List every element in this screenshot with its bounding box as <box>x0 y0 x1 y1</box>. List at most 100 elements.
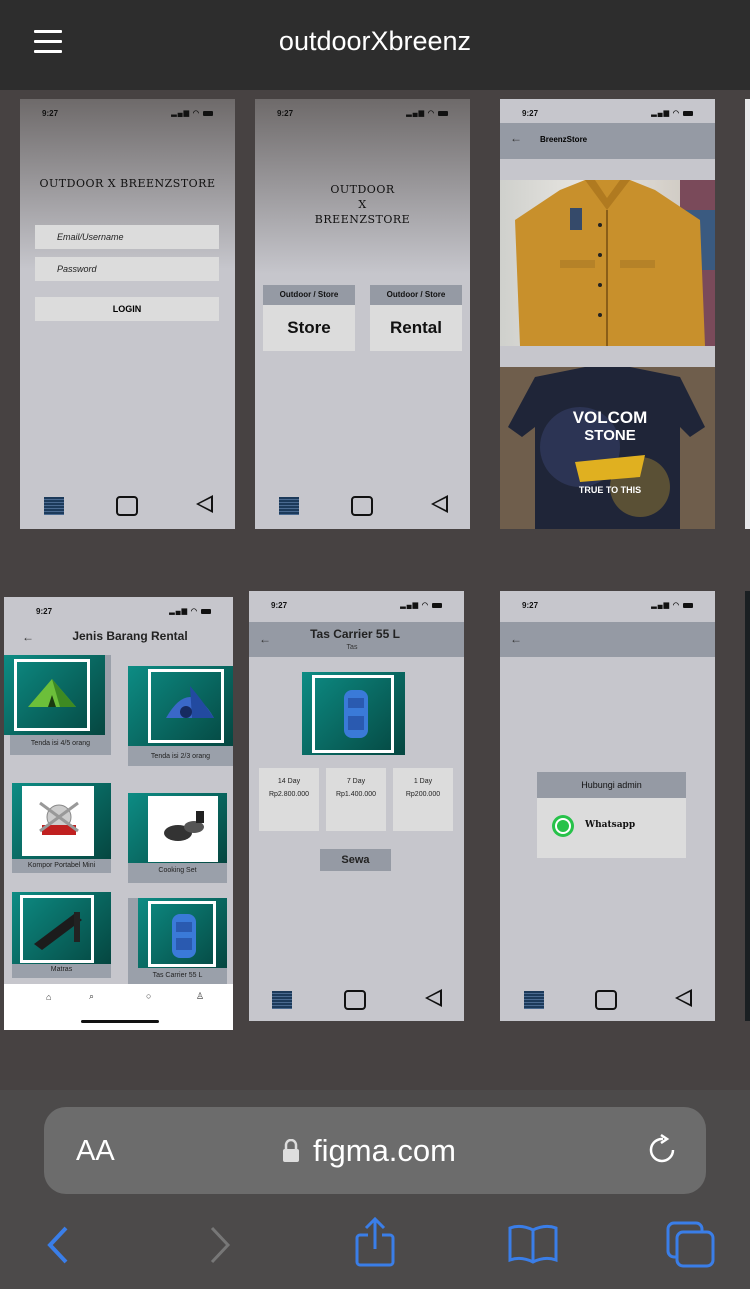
search-icon[interactable]: ⌕ <box>89 991 94 1002</box>
address-bar[interactable]: AA figma.com <box>44 1107 706 1194</box>
app-bar: ← BreenzStore <box>500 123 715 159</box>
home-nav-icon[interactable] <box>351 496 373 516</box>
rent-button[interactable]: Sewa <box>320 849 391 871</box>
home-indicator <box>81 1020 159 1023</box>
status-bar: 9:27 ▂▄▆ ◠ <box>4 597 233 621</box>
text-size-button[interactable]: AA <box>76 1135 115 1168</box>
status-bar: 9:27 ▂▄▆ ◠ <box>249 591 464 615</box>
back-nav-icon[interactable] <box>675 989 692 1007</box>
page-title: Tas Carrier 55 L <box>310 627 400 641</box>
whatsapp-icon <box>552 815 574 837</box>
logo-line: X <box>358 198 367 211</box>
android-nav-bar <box>249 985 464 1015</box>
rental-item[interactable]: Kompor Portabel Mini <box>12 783 111 873</box>
email-field[interactable]: Email/Username <box>35 225 219 249</box>
logo-line: OUTDOOR <box>330 183 395 196</box>
stove-icon <box>12 783 111 859</box>
menu-nav-icon[interactable] <box>44 497 64 515</box>
frame-partial <box>745 99 750 529</box>
page-title: BreenzStore <box>540 135 588 144</box>
frame-rental-list[interactable]: 9:27 ▂▄▆ ◠ ← Jenis Barang Rental Tenda is… <box>4 597 233 1030</box>
home-nav-icon[interactable] <box>116 496 138 516</box>
price-option[interactable]: 1 Day Rp200.000 <box>393 768 453 831</box>
page-subtitle: Tas <box>346 644 358 651</box>
android-nav-bar <box>20 491 235 521</box>
price-option[interactable]: 7 Day Rp1.400.000 <box>326 768 386 831</box>
tabs-icon[interactable] <box>665 1220 717 1270</box>
rental-card-header: Outdoor / Store <box>370 285 462 305</box>
rental-item[interactable]: Cooking Set <box>128 793 227 883</box>
rental-item[interactable]: Matras <box>12 892 111 978</box>
frame-detail[interactable]: 9:27 ▂▄▆ ◠ ← Tas Carrier 55 L Tas 14 Day … <box>249 591 464 1021</box>
figma-header: outdoorXbreenz <box>0 0 750 90</box>
frame-login[interactable]: 9:27 ▂▄▆ ◠ OUTDOOR X BREENZSTORE Email/Us… <box>20 99 235 529</box>
back-nav-icon[interactable] <box>431 495 448 513</box>
tshirt-photo[interactable]: VOLCOM STONE TRUE TO THIS <box>500 367 715 529</box>
frame-partial <box>745 591 750 1021</box>
rental-item[interactable]: Tas Carrier 55 L <box>128 898 227 984</box>
store-button[interactable]: Store <box>263 305 355 351</box>
product-image <box>302 672 405 755</box>
share-icon[interactable] <box>352 1217 398 1269</box>
item-label: Matras <box>50 966 73 973</box>
logo-line: BREENZSTORE <box>314 213 411 226</box>
backpack-icon <box>344 690 368 738</box>
menu-nav-icon[interactable] <box>279 497 299 515</box>
mattress-icon <box>12 892 111 964</box>
status-bar: 9:27 ▂▄▆ ◠ <box>500 591 715 615</box>
back-nav-icon[interactable] <box>196 495 213 513</box>
status-bar: 9:27 ▂▄▆ ◠ <box>500 99 715 123</box>
home-icon[interactable]: ⌂ <box>46 992 51 1002</box>
rental-button[interactable]: Rental <box>370 305 462 351</box>
back-nav-icon[interactable] <box>425 989 442 1007</box>
page-title: Jenis Barang Rental <box>72 629 188 643</box>
rental-item[interactable]: Tenda isi 2/3 orang <box>128 666 233 766</box>
android-nav-bar <box>255 491 470 521</box>
login-button[interactable]: LOGIN <box>35 297 219 321</box>
forward-icon[interactable] <box>206 1226 236 1266</box>
store-card-header: Outdoor / Store <box>263 285 355 305</box>
item-label: Cooking Set <box>158 867 197 874</box>
tshirt-text: VOLCOM <box>572 408 648 427</box>
tshirt-text: TRUE TO THIS <box>578 485 642 495</box>
tent-blue-icon <box>128 666 233 746</box>
whatsapp-label: Whatsapp <box>585 820 636 830</box>
status-bar: 9:27 ▂▄▆ ◠ <box>20 99 235 123</box>
cooking-set-icon <box>128 793 227 863</box>
app-bar: ← <box>500 622 715 657</box>
price-option[interactable]: 14 Day Rp2.800.000 <box>259 768 319 831</box>
tshirt-image-icon <box>500 367 715 529</box>
back-arrow-icon[interactable]: ← <box>510 632 522 646</box>
lock-icon <box>283 1139 299 1162</box>
rental-item[interactable]: Tenda isi 4/5 orang <box>4 655 111 755</box>
android-nav-bar <box>500 985 715 1015</box>
menu-nav-icon[interactable] <box>272 991 292 1009</box>
menu-nav-icon[interactable] <box>524 991 544 1009</box>
bookmarks-icon[interactable] <box>506 1222 560 1266</box>
item-label: Tenda isi 4/5 orang <box>30 740 91 747</box>
back-arrow-icon[interactable]: ← <box>510 131 522 145</box>
bottom-nav: ⌂ ⌕ ○ ♙ <box>4 984 233 1030</box>
frame-menu[interactable]: 9:27 ▂▄▆ ◠ OUTDOOR X BREENZSTORE Outdoor … <box>255 99 470 529</box>
home-nav-icon[interactable] <box>344 990 366 1010</box>
frame-store[interactable]: 9:27 ▂▄▆ ◠ ← BreenzStore VOLCOM STONE TRU <box>500 99 715 529</box>
app-bar: ← Tas Carrier 55 L Tas <box>249 622 464 657</box>
reload-icon[interactable] <box>646 1133 678 1165</box>
chat-icon[interactable]: ○ <box>146 991 151 1001</box>
backpack-icon <box>138 898 227 968</box>
item-label: Tenda isi 2/3 orang <box>150 753 211 760</box>
password-field[interactable]: Password <box>35 257 219 281</box>
tent-green-icon <box>4 655 105 735</box>
profile-icon[interactable]: ♙ <box>196 991 204 1002</box>
jacket-photo[interactable] <box>500 180 715 346</box>
status-bar: 9:27 ▂▄▆ ◠ <box>255 99 470 123</box>
back-icon[interactable] <box>44 1226 74 1266</box>
contact-header: Hubungi admin <box>537 772 686 798</box>
item-label: Tas Carrier 55 L <box>152 972 203 979</box>
url-text[interactable]: figma.com <box>313 1133 456 1169</box>
app-logo: OUTDOOR X BREENZSTORE <box>39 177 216 190</box>
whatsapp-button[interactable]: Whatsapp <box>537 798 686 858</box>
frame-contact[interactable]: 9:27 ▂▄▆ ◠ ← Hubungi admin Whatsapp <box>500 591 715 1021</box>
file-title: outdoorXbreenz <box>278 26 472 56</box>
home-nav-icon[interactable] <box>595 990 617 1010</box>
